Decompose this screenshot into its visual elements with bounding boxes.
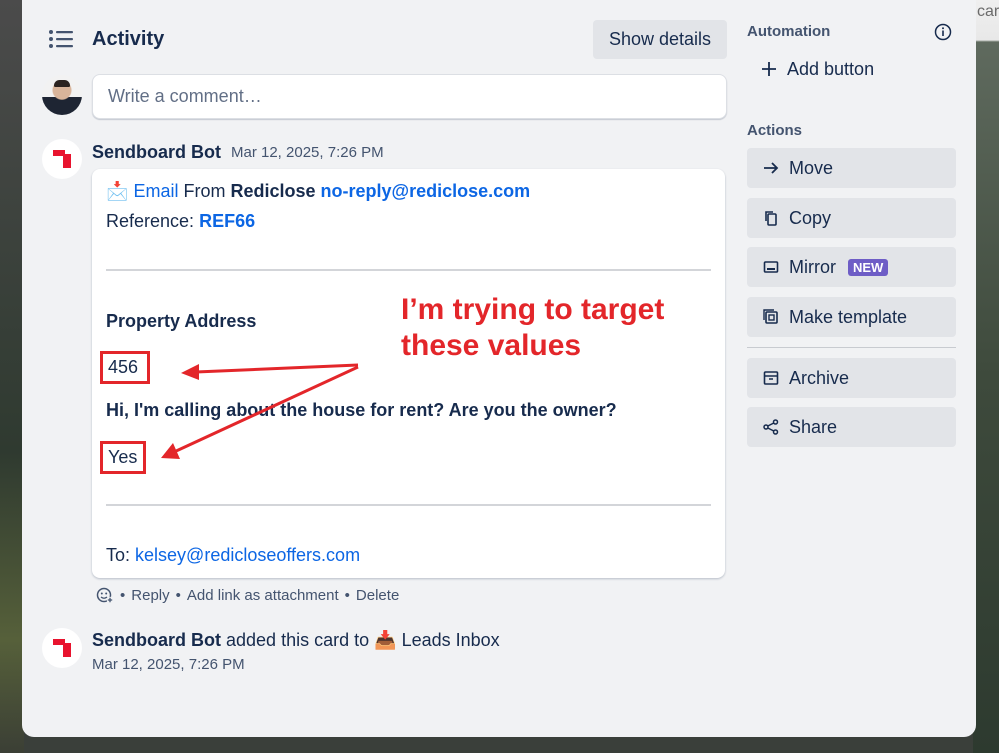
question-text: Hi, I'm calling about the house for rent… <box>106 400 617 420</box>
annotation-line-1: I’m trying to target <box>401 293 665 326</box>
list-name: Leads Inbox <box>401 630 500 650</box>
share-button[interactable]: Share <box>747 407 956 447</box>
email-emoji-icon: 📩 <box>106 181 129 201</box>
property-address-value: 456 <box>100 351 150 384</box>
entry-timestamp[interactable]: Mar 12, 2025, 7:26 PM <box>231 144 384 161</box>
comment-input[interactable]: Write a comment… <box>92 74 727 119</box>
background-corner-text: car <box>977 3 999 20</box>
sendboard-logo-icon <box>53 150 71 168</box>
email-comment-card: 📩 Email From Rediclose no-reply@rediclos… <box>92 169 725 578</box>
share-label: Share <box>789 416 838 437</box>
sidebar-divider <box>747 347 956 348</box>
added-text: added this card to <box>226 630 370 650</box>
archive-label: Archive <box>789 367 850 388</box>
email-divider-top <box>106 269 711 271</box>
user-avatar <box>42 75 82 115</box>
arrow-right-icon <box>764 162 779 174</box>
automation-heading: Automation <box>747 23 831 40</box>
actions-heading: Actions <box>747 122 803 139</box>
archive-icon <box>763 371 779 385</box>
background-left <box>0 0 24 753</box>
move-button[interactable]: Move <box>747 148 956 188</box>
reference-label: Reference: <box>106 211 195 231</box>
mirror-button[interactable]: Mirror NEW <box>747 247 956 287</box>
add-button-label: Add button <box>787 58 875 79</box>
template-icon <box>763 309 778 324</box>
entry-author[interactable]: Sendboard Bot <box>92 630 221 650</box>
show-details-button[interactable]: Show details <box>593 20 727 59</box>
property-address-label: Property Address <box>106 311 257 331</box>
archive-button[interactable]: Archive <box>747 358 956 398</box>
reply-link[interactable]: Reply <box>131 587 169 604</box>
comment-actions: • Reply • Add link as attachment • Delet… <box>96 586 399 604</box>
card-modal: Activity Show details Write a comment… S… <box>22 0 976 737</box>
activity-title: Activity <box>92 28 165 50</box>
bot-avatar <box>42 139 82 179</box>
activity-list-icon <box>49 30 73 48</box>
annotation-text: I’m trying to target these values <box>401 292 664 364</box>
reference-line: Reference: REF66 <box>106 211 255 232</box>
separator: • <box>120 586 126 604</box>
sender-name: Rediclose <box>230 181 316 201</box>
make-template-label: Make template <box>789 306 908 327</box>
delete-link[interactable]: Delete <box>356 587 399 604</box>
info-icon[interactable] <box>934 23 952 41</box>
separator: • <box>344 586 350 604</box>
add-reaction-icon[interactable] <box>96 586 114 604</box>
copy-icon <box>765 211 777 226</box>
sendboard-logo-icon <box>53 639 71 657</box>
email-label: Email <box>133 181 179 201</box>
add-link-attachment-link[interactable]: Add link as attachment <box>187 587 339 604</box>
from-word: From <box>183 181 226 201</box>
to-email-link[interactable]: kelsey@redicloseoffers.com <box>135 545 360 565</box>
share-icon <box>763 419 779 435</box>
entry-author[interactable]: Sendboard Bot <box>92 142 221 163</box>
answer-value: Yes <box>100 441 146 474</box>
copy-label: Copy <box>789 207 832 228</box>
inbox-emoji-icon: 📥 <box>374 630 397 650</box>
to-line: To: kelsey@redicloseoffers.com <box>106 545 360 566</box>
reference-value: REF66 <box>199 211 256 231</box>
mirror-label: Mirror <box>789 256 836 277</box>
added-timestamp[interactable]: Mar 12, 2025, 7:26 PM <box>92 656 245 673</box>
new-badge: NEW <box>848 258 889 276</box>
mirror-icon <box>763 261 779 273</box>
make-template-button[interactable]: Make template <box>747 297 956 337</box>
copy-button[interactable]: Copy <box>747 198 956 238</box>
sender-email-link[interactable]: no-reply@rediclose.com <box>321 181 531 201</box>
email-divider-bottom <box>106 504 711 506</box>
to-label: To: <box>106 545 131 565</box>
added-to-list-entry: Sendboard Bot added this card to 📥 Leads… <box>92 630 500 651</box>
background-right <box>973 0 999 753</box>
separator: • <box>175 586 181 604</box>
annotation-line-2: these values <box>401 329 582 362</box>
bot-avatar <box>42 628 82 668</box>
move-label: Move <box>789 157 834 178</box>
add-button[interactable]: Add button <box>761 56 874 82</box>
email-from-line: 📩 Email From Rediclose no-reply@rediclos… <box>106 181 530 202</box>
plus-icon <box>762 62 776 76</box>
